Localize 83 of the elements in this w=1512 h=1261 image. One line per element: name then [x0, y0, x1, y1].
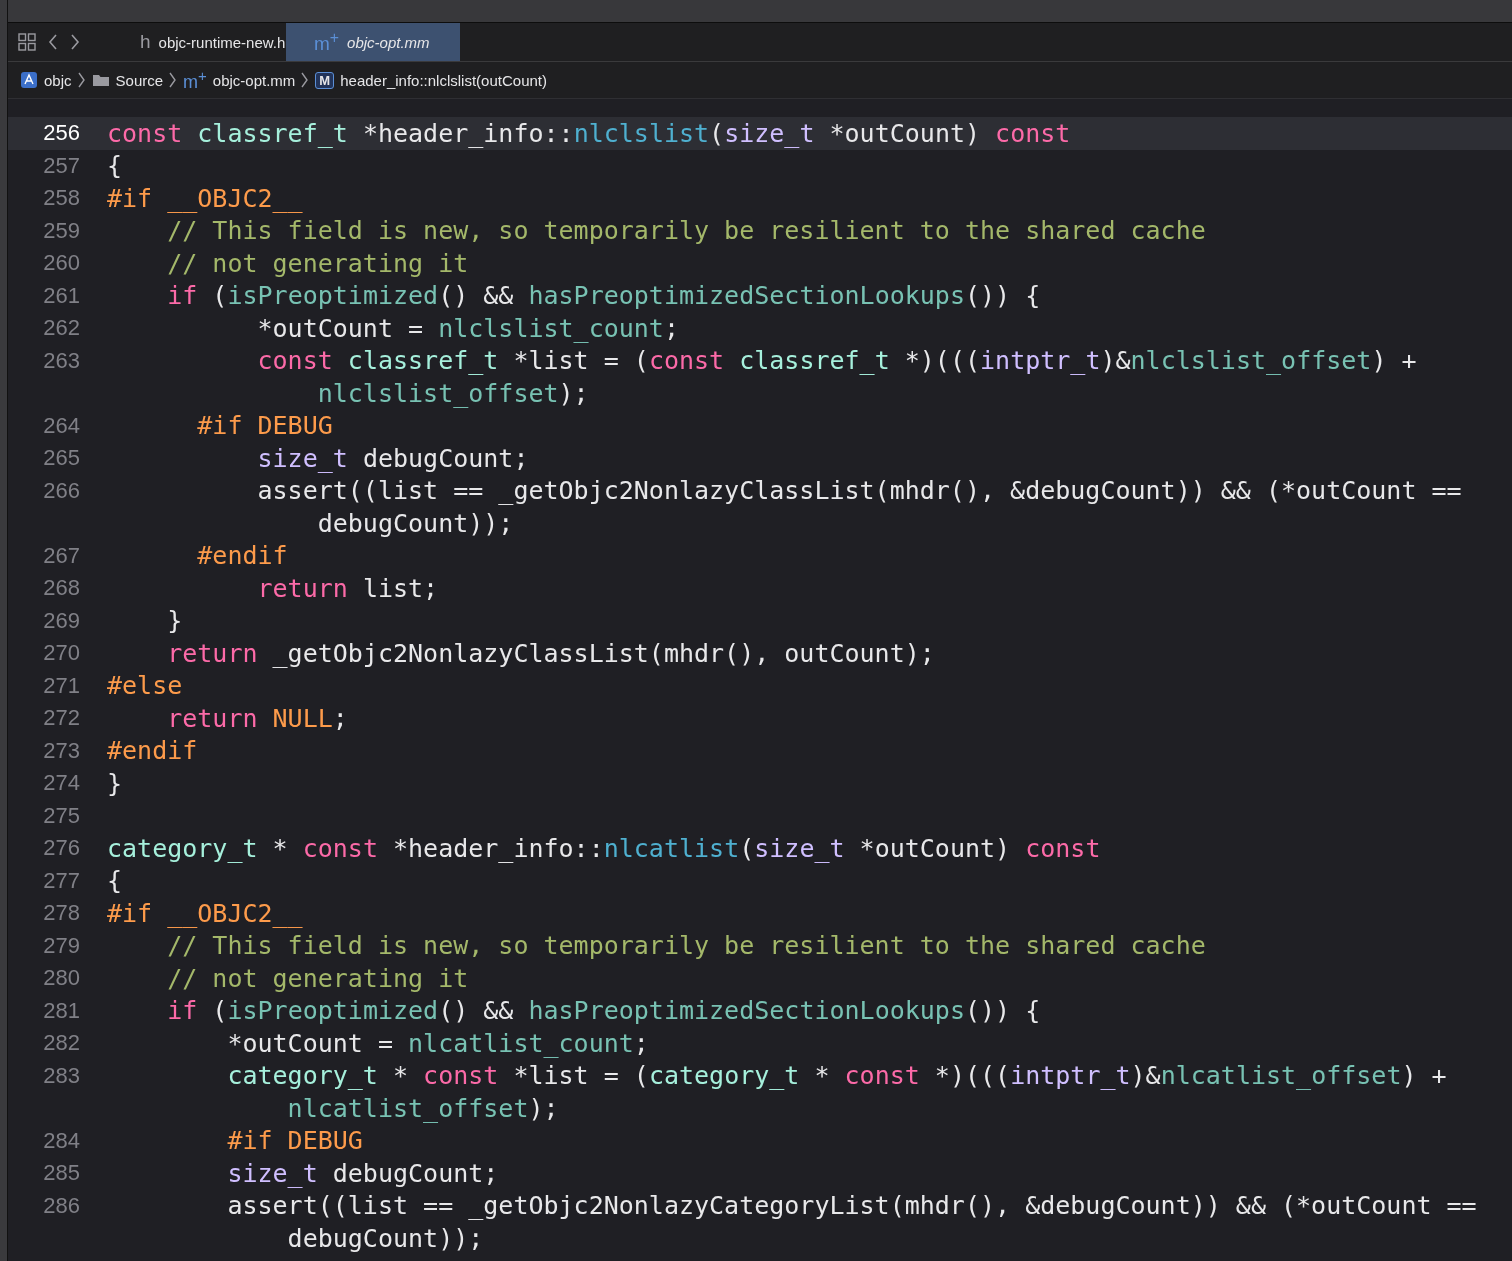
code-line: *outCount = nlcatlist_count; — [226, 1028, 649, 1058]
code-line: #if DEBUG — [226, 1126, 363, 1156]
code-line: if (isPreoptimized() && hasPreoptimizedSectionLookups()) { — [166, 281, 1041, 311]
line-number: 284 — [42, 1127, 80, 1154]
editor-tab[interactable]: m$^{+}$ objc-opt.mm — [286, 23, 460, 61]
breadcrumb-item[interactable]: header_info::nlclslist(outCount) — [340, 71, 547, 89]
code-line: nlcatlist_offset); — [286, 1093, 559, 1123]
breadcrumb-item[interactable]: objc-opt.mm — [212, 71, 296, 89]
code-line: const classref_t *list = (const classref_t *)(((intptr_t)&nlclslist_offset) + — [256, 346, 1417, 376]
file-icon: m$^{+}$ — [183, 67, 207, 93]
code-line: *outCount = nlclslist_count; — [256, 313, 679, 343]
folder-icon — [91, 73, 110, 87]
code-line: #endif — [196, 541, 288, 571]
line-number: 257 — [42, 152, 80, 179]
code-line: #if __OBJC2__ — [107, 183, 303, 213]
line-number: 264 — [42, 412, 80, 439]
code-line: if (isPreoptimized() && hasPreoptimizedSectionLookups()) { — [166, 996, 1041, 1026]
code-line: #else — [107, 671, 183, 701]
code-line: #if __OBJC2__ — [107, 898, 303, 928]
line-number: 286 — [42, 1192, 80, 1219]
line-number: 274 — [42, 770, 80, 797]
line-number: 271 — [42, 672, 80, 699]
code-line: debugCount)); — [286, 1223, 484, 1253]
line-number: 268 — [42, 575, 80, 602]
line-number: 282 — [42, 1030, 80, 1057]
file-icon: h — [140, 31, 151, 53]
code-line: // This field is new, so temporarily be resilient to the shared cache — [166, 216, 1206, 246]
method-icon: M — [315, 71, 335, 89]
code-line: size_t debugCount; — [226, 1158, 499, 1188]
line-number: 260 — [42, 250, 80, 277]
grid-icon[interactable] — [18, 33, 36, 51]
line-number: 270 — [42, 640, 80, 667]
chevron-icon — [301, 71, 310, 89]
line-number: 273 — [42, 737, 80, 764]
line-number: 283 — [42, 1062, 80, 1089]
code-line: #if DEBUG — [196, 411, 333, 441]
code-line: category_t * const *list = (category_t * const *)(((intptr_t)&nlcatlist_offset) + — [226, 1061, 1447, 1091]
code-line: } — [107, 768, 123, 798]
line-number: 267 — [42, 542, 80, 569]
line-number: 263 — [42, 347, 80, 374]
breadcrumb-item[interactable]: Source — [115, 71, 164, 89]
back-icon[interactable] — [48, 33, 58, 51]
forward-icon[interactable] — [70, 33, 80, 51]
line-number: 261 — [42, 282, 80, 309]
line-number: 276 — [42, 835, 80, 862]
line-number: 265 — [42, 445, 80, 472]
line-number: 278 — [42, 900, 80, 927]
line-number: 259 — [42, 217, 80, 244]
code-line: const classref_t *header_info::nlclslist(size_t *outCount) const — [107, 118, 1071, 148]
code-line: category_t * const *header_info::nlcatlist(size_t *outCount) const — [107, 833, 1101, 863]
line-number: 258 — [42, 185, 80, 212]
line-number: 280 — [42, 965, 80, 992]
code-line: nlclslist_offset); — [316, 378, 589, 408]
line-number: 256 — [42, 120, 80, 147]
breadcrumb-item[interactable]: objc — [44, 71, 72, 89]
line-number: 266 — [42, 477, 80, 504]
code-line: { — [107, 151, 123, 181]
line-number: 279 — [42, 932, 80, 959]
chevron-icon — [77, 71, 86, 89]
line-number: 281 — [42, 997, 80, 1024]
app-icon — [20, 71, 38, 89]
code-line: #endif — [107, 736, 198, 766]
code-line: { — [107, 866, 123, 896]
code-line: return NULL; — [166, 703, 348, 733]
file-icon: m$^{+}$ — [314, 28, 340, 56]
code-line: debugCount)); — [316, 508, 514, 538]
line-number: 275 — [42, 802, 80, 829]
line-number: 269 — [42, 607, 80, 634]
chevron-icon — [169, 71, 178, 89]
code-line: size_t debugCount; — [256, 443, 529, 473]
code-line: // This field is new, so temporarily be resilient to the shared cache — [166, 931, 1206, 961]
editor-tab[interactable]: h objc-runtime-new.h — [112, 23, 286, 61]
code-line: return _getObjc2NonlazyClassList(mhdr(), outCount); — [166, 638, 935, 668]
code-line: assert((list == _getObjc2NonlazyCategoryList(mhdr(), &debugCount)) && (*outCount == — [226, 1191, 1477, 1221]
code-line: } — [166, 606, 183, 636]
line-number: 285 — [42, 1160, 80, 1187]
line-number: 277 — [42, 867, 80, 894]
code-line: // not generating it — [166, 963, 469, 993]
code-line: // not generating it — [166, 248, 469, 278]
code-line: return list; — [256, 573, 439, 603]
code-line: assert((list == _getObjc2NonlazyClassList(mhdr(), &debugCount)) && (*outCount == — [256, 476, 1462, 506]
line-number: 272 — [42, 705, 80, 732]
line-number: 262 — [42, 315, 80, 342]
